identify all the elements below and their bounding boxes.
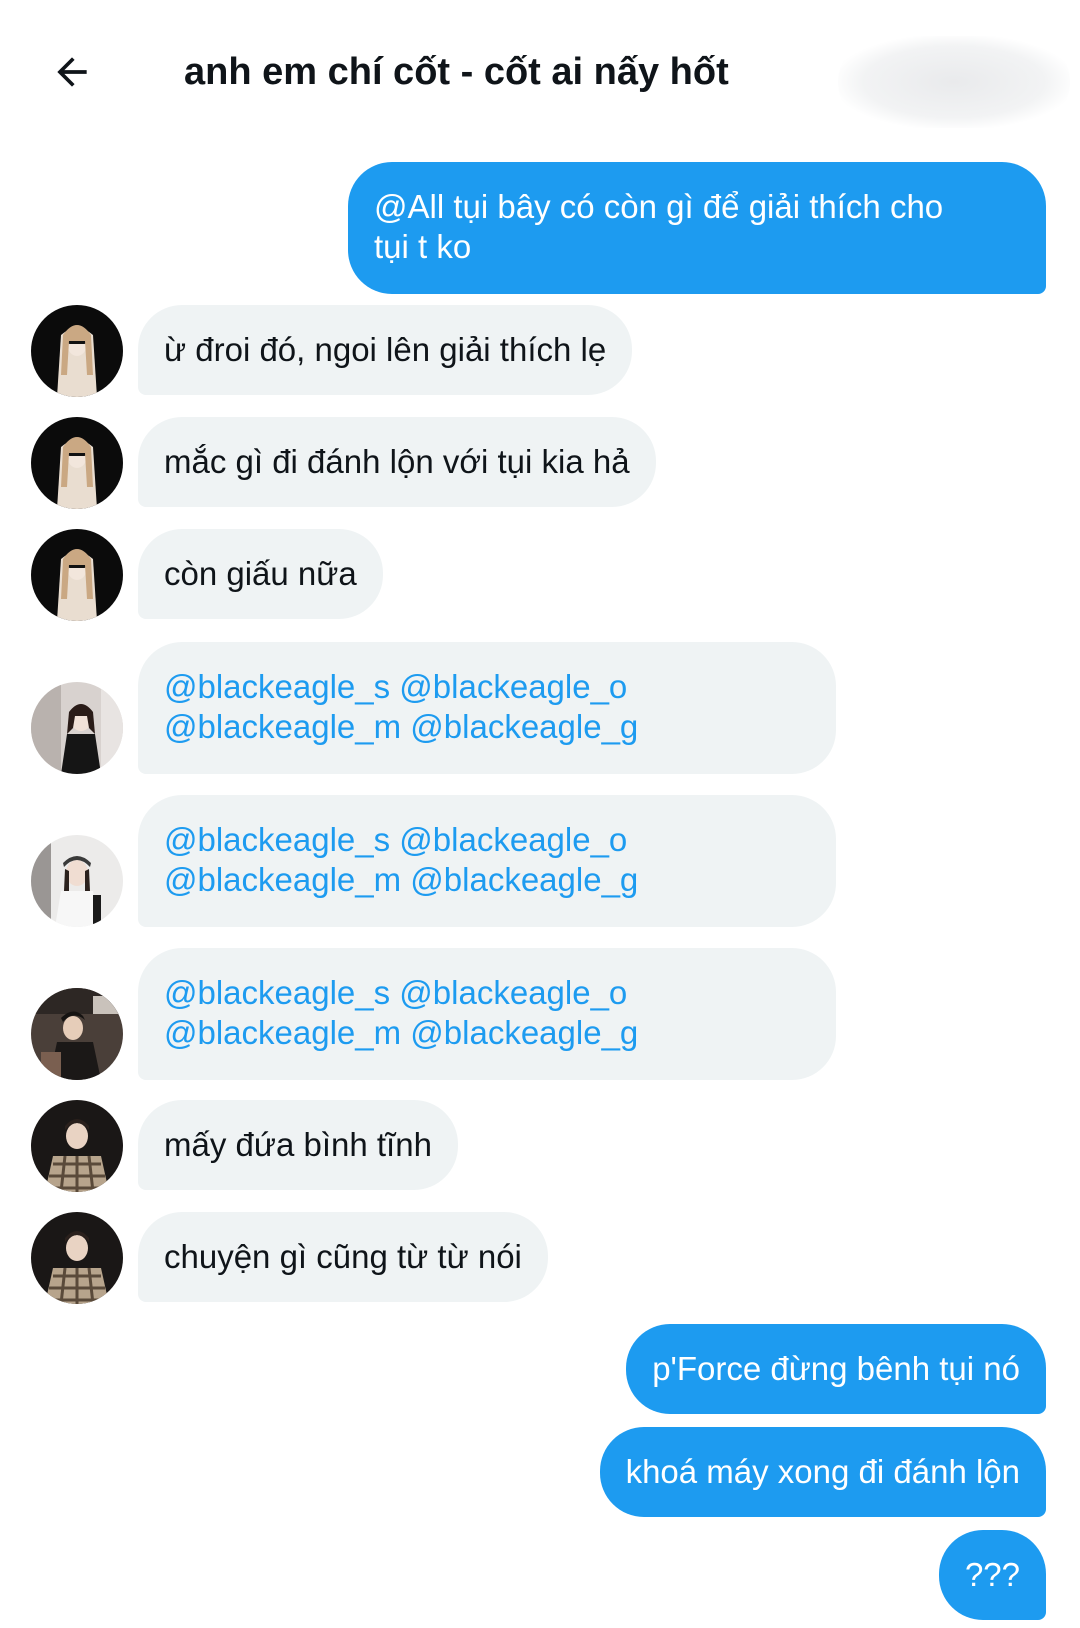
avatar-girl-sunglasses[interactable]: [31, 529, 123, 621]
incoming-message[interactable]: @blackeagle_s @blackeagle_o @blackeagle_…: [138, 948, 836, 1080]
avatar-girl-mirror[interactable]: [31, 682, 123, 774]
incoming-message[interactable]: ừ đroi đó, ngoi lên giải thích lẹ: [138, 305, 633, 395]
message-text-line: p'Force đừng bênh tụi nó: [652, 1350, 1020, 1387]
message-text-line: @All tụi bây có còn gì để giải thích cho: [374, 188, 944, 225]
avatar-girl-sunglasses[interactable]: [31, 417, 123, 509]
mention-line[interactable]: @blackeagle_s @blackeagle_o: [164, 667, 810, 707]
avatar-boy-plaid[interactable]: [31, 1212, 123, 1304]
chat-header: anh em chí cốt - cốt ai nấy hốt: [0, 0, 1080, 140]
back-button[interactable]: [44, 44, 100, 100]
incoming-message[interactable]: chuyện gì cũng từ từ nói: [138, 1212, 548, 1302]
outgoing-message[interactable]: ???: [938, 1530, 1046, 1620]
message-text-line: mấy đứa bình tĩnh: [164, 1126, 432, 1163]
incoming-message[interactable]: còn giấu nữa: [138, 529, 383, 619]
outgoing-message[interactable]: @All tụi bây có còn gì để giải thích cho…: [348, 162, 1046, 294]
incoming-message[interactable]: @blackeagle_s @blackeagle_o @blackeagle_…: [138, 795, 836, 927]
redacted-area: [838, 36, 1070, 128]
avatar-boy-plaid[interactable]: [31, 1100, 123, 1192]
message-text-line: ừ đroi đó, ngoi lên giải thích lẹ: [164, 331, 607, 368]
mention-line[interactable]: @blackeagle_m @blackeagle_g: [164, 707, 810, 747]
mention-line[interactable]: @blackeagle_s @blackeagle_o: [164, 973, 810, 1013]
message-text-line: ???: [964, 1556, 1020, 1593]
message-text-line: còn giấu nữa: [164, 555, 357, 592]
incoming-message[interactable]: mấy đứa bình tĩnh: [138, 1100, 458, 1190]
incoming-message[interactable]: mắc gì đi đánh lộn với tụi kia hả: [138, 417, 656, 507]
avatar-girl-cap[interactable]: [31, 835, 123, 927]
avatar-boy-street[interactable]: [31, 988, 123, 1080]
conversation-title[interactable]: anh em chí cốt - cốt ai nấy hốt: [184, 42, 729, 102]
mention-line[interactable]: @blackeagle_s @blackeagle_o: [164, 820, 810, 860]
avatar-girl-sunglasses[interactable]: [31, 305, 123, 397]
incoming-message[interactable]: @blackeagle_s @blackeagle_o @blackeagle_…: [138, 642, 836, 774]
message-text-line: tụi t ko: [374, 228, 472, 265]
message-text-line: chuyện gì cũng từ từ nói: [164, 1238, 522, 1275]
message-text-line: khoá máy xong đi đánh lộn: [625, 1453, 1020, 1490]
arrow-left-icon: [57, 57, 87, 87]
outgoing-message[interactable]: p'Force đừng bênh tụi nó: [626, 1324, 1046, 1414]
mention-line[interactable]: @blackeagle_m @blackeagle_g: [164, 860, 810, 900]
outgoing-message[interactable]: khoá máy xong đi đánh lộn: [599, 1427, 1046, 1517]
message-text-line: mắc gì đi đánh lộn với tụi kia hả: [164, 443, 630, 480]
mention-line[interactable]: @blackeagle_m @blackeagle_g: [164, 1013, 810, 1053]
